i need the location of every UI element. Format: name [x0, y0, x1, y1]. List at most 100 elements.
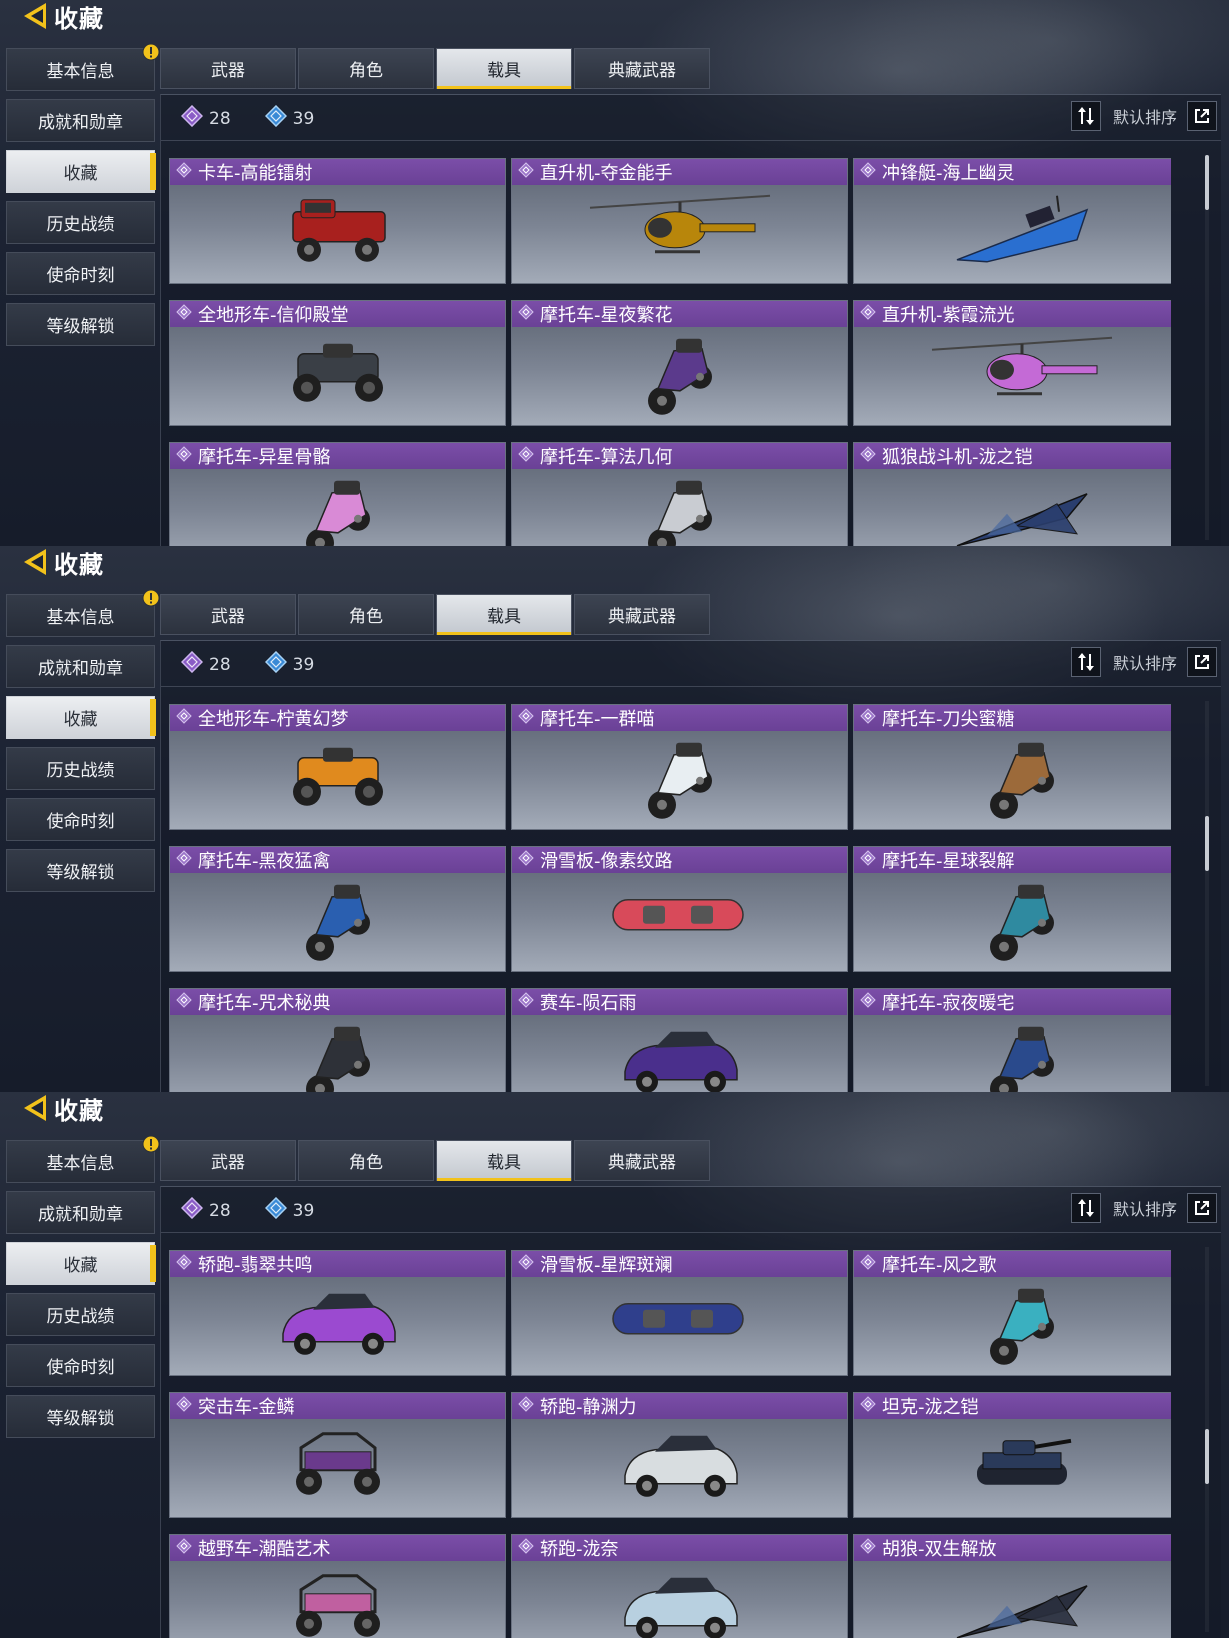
- tab-label: 武器: [211, 1153, 245, 1173]
- sidebar-item[interactable]: 使命时刻: [6, 252, 155, 295]
- sidebar-item[interactable]: 基本信息: [6, 1135, 160, 1183]
- vehicle-card[interactable]: 直升机-紫霞流光: [853, 300, 1171, 426]
- scrollbar-thumb[interactable]: [1205, 1429, 1209, 1484]
- boat-icon: [947, 190, 1097, 274]
- blue-gem-icon: [264, 650, 293, 678]
- back-button[interactable]: [22, 1093, 52, 1123]
- sort-toggle-button[interactable]: [1070, 1193, 1101, 1223]
- back-button[interactable]: [22, 1, 52, 31]
- car-icon: [615, 1424, 745, 1508]
- rarity-gem-icon: [860, 707, 882, 729]
- vehicle-card[interactable]: 摩托车-异星骨骼: [169, 442, 506, 546]
- vehicle-card[interactable]: 卡车-高能镭射: [169, 158, 506, 284]
- vehicle-name: 摩托车-异星骨骼: [198, 447, 331, 468]
- tab[interactable]: 典藏武器: [574, 1140, 710, 1181]
- card-header: 越野车-潮酷艺术: [170, 1535, 505, 1561]
- vehicle-card[interactable]: 越野车-潮酷艺术: [169, 1534, 506, 1638]
- sidebar-item-label: 收藏: [63, 164, 98, 184]
- vehicle-card[interactable]: 狐狼战斗机-泷之铠: [853, 442, 1171, 546]
- card-header: 摩托车-咒术秘典: [170, 989, 505, 1015]
- rarity-gem-icon: [176, 991, 198, 1013]
- sidebar-item[interactable]: 历史战绩: [6, 1293, 155, 1336]
- tab[interactable]: 角色: [298, 594, 434, 635]
- back-button[interactable]: [22, 547, 52, 577]
- vehicle-card[interactable]: 冲锋艇-海上幽灵: [853, 158, 1171, 284]
- vehicle-card[interactable]: 坦克-泷之铠: [853, 1392, 1171, 1518]
- vehicle-card[interactable]: 摩托车-一群喵: [511, 704, 848, 830]
- category-tabs: 武器 角色 载具 典藏武器: [160, 48, 712, 89]
- tab[interactable]: 武器: [160, 48, 296, 89]
- rarity-gem-icon: [176, 445, 198, 467]
- vehicle-card[interactable]: 摩托车-算法几何: [511, 442, 848, 546]
- vehicle-card[interactable]: 轿跑-静渊力: [511, 1392, 848, 1518]
- sidebar-item[interactable]: 等级解锁: [6, 849, 155, 892]
- sort-toggle-button[interactable]: [1070, 101, 1101, 131]
- sidebar-item[interactable]: 成就和勋章: [6, 645, 155, 688]
- vehicle-card[interactable]: 全地形车-信仰殿堂: [169, 300, 506, 426]
- sidebar-item-label: 收藏: [63, 710, 98, 730]
- tab[interactable]: 典藏武器: [574, 594, 710, 635]
- scrollbar[interactable]: [1205, 155, 1209, 540]
- scrollbar-thumb[interactable]: [1205, 155, 1209, 210]
- vehicle-card[interactable]: 摩托车-风之歌: [853, 1250, 1171, 1376]
- sidebar-item[interactable]: 使命时刻: [6, 798, 155, 841]
- sort-label[interactable]: 默认排序: [1113, 1196, 1177, 1220]
- sidebar-item[interactable]: 成就和勋章: [6, 99, 155, 142]
- share-button[interactable]: [1187, 1193, 1217, 1223]
- vehicle-card[interactable]: 滑雪板-星辉斑斓: [511, 1250, 848, 1376]
- sidebar-item[interactable]: 收藏: [6, 696, 156, 739]
- sidebar-item[interactable]: 等级解锁: [6, 1395, 155, 1438]
- share-button[interactable]: [1187, 101, 1217, 131]
- vehicle-card[interactable]: 摩托车-刀尖蜜糖: [853, 704, 1171, 830]
- tab[interactable]: 角色: [298, 48, 434, 89]
- sort-toggle-button[interactable]: [1070, 647, 1101, 677]
- rarity-gem-icon: [518, 1253, 540, 1275]
- tab[interactable]: 武器: [160, 594, 296, 635]
- blue-gem-icon: [264, 104, 293, 132]
- card-header: 滑雪板-像素纹路: [512, 847, 847, 873]
- scrollbar-thumb[interactable]: [1205, 816, 1209, 871]
- atv-icon: [283, 736, 393, 820]
- tab[interactable]: 载具: [436, 594, 572, 635]
- vehicle-card[interactable]: 全地形车-柠黄幻梦: [169, 704, 506, 830]
- tab[interactable]: 武器: [160, 1140, 296, 1181]
- vehicle-card[interactable]: 突击车-金鳞: [169, 1392, 506, 1518]
- vehicle-card[interactable]: 摩托车-星夜繁花: [511, 300, 848, 426]
- sidebar-item[interactable]: 成就和勋章: [6, 1191, 155, 1234]
- scrollbar[interactable]: [1205, 1247, 1209, 1632]
- vehicle-card[interactable]: 赛车-陨石雨: [511, 988, 848, 1092]
- sort-label[interactable]: 默认排序: [1113, 104, 1177, 128]
- tab[interactable]: 载具: [436, 1140, 572, 1181]
- vehicle-card[interactable]: 摩托车-咒术秘典: [169, 988, 506, 1092]
- vehicle-card[interactable]: 直升机-夺金能手: [511, 158, 848, 284]
- motorcycle-icon: [298, 875, 378, 969]
- share-button[interactable]: [1187, 647, 1217, 677]
- vehicle-card[interactable]: 滑雪板-像素纹路: [511, 846, 848, 972]
- sidebar-item-label: 收藏: [63, 1256, 98, 1276]
- share-icon: [1195, 1201, 1209, 1215]
- sidebar-item[interactable]: 基本信息: [6, 43, 160, 91]
- tab[interactable]: 典藏武器: [574, 48, 710, 89]
- vehicle-card[interactable]: 摩托车-星球裂解: [853, 846, 1171, 972]
- tab[interactable]: 角色: [298, 1140, 434, 1181]
- sidebar-item[interactable]: 收藏: [6, 1242, 156, 1285]
- category-tabs: 武器 角色 载具 典藏武器: [160, 594, 712, 635]
- sort-label[interactable]: 默认排序: [1113, 650, 1177, 674]
- vehicle-card[interactable]: 轿跑-翡翠共鸣: [169, 1250, 506, 1376]
- sidebar-item[interactable]: 基本信息: [6, 589, 160, 637]
- card-header: 摩托车-黑夜猛禽: [170, 847, 505, 873]
- sidebar-item[interactable]: 历史战绩: [6, 747, 155, 790]
- sidebar-item[interactable]: 收藏: [6, 150, 156, 193]
- scrollbar[interactable]: [1205, 701, 1209, 1086]
- sidebar-item-label: 基本信息: [46, 62, 115, 82]
- rarity-gem-icon: [518, 849, 540, 871]
- vehicle-card[interactable]: 摩托车-寂夜暖宅: [853, 988, 1171, 1092]
- blue-count-stat: 39: [264, 650, 314, 678]
- vehicle-card[interactable]: 轿跑-泷奈: [511, 1534, 848, 1638]
- sidebar-item[interactable]: 等级解锁: [6, 303, 155, 346]
- vehicle-card[interactable]: 摩托车-黑夜猛禽: [169, 846, 506, 972]
- sidebar-item[interactable]: 使命时刻: [6, 1344, 155, 1387]
- vehicle-card[interactable]: 胡狼-双生解放: [853, 1534, 1171, 1638]
- tab[interactable]: 载具: [436, 48, 572, 89]
- sidebar-item[interactable]: 历史战绩: [6, 201, 155, 244]
